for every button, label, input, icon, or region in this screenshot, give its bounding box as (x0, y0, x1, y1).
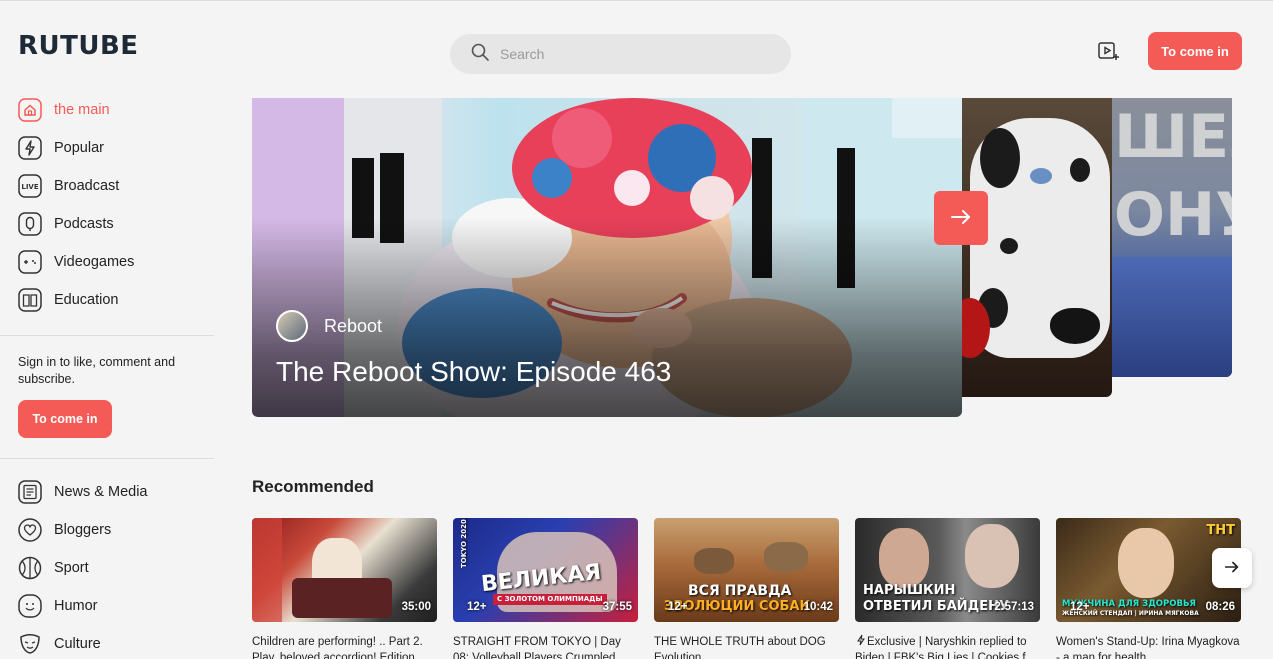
card-overlay-text: ШЕЛ ОНУ (1114, 102, 1232, 250)
sidebar-item-bloggers[interactable]: Bloggers (0, 511, 214, 549)
recommended-next-button[interactable] (1212, 548, 1252, 588)
sidebar-item-label: Broadcast (54, 178, 120, 194)
thumbnail-text: ВСЯ ПРАВДА (688, 583, 792, 599)
video-card[interactable]: TOKYO 2020 ВЕЛИКАЯ С ЗОЛОТОМ ОЛИМПИАДЫ 1… (453, 518, 638, 659)
sidebar-item-label: Popular (54, 140, 104, 156)
carousel-next-button[interactable] (934, 191, 988, 245)
login-button-header[interactable]: To come in (1148, 32, 1242, 70)
thumbnail-text: НАРЫШКИН (863, 583, 956, 598)
arrow-right-icon (949, 205, 973, 232)
video-thumbnail[interactable]: 35:00 (252, 518, 437, 622)
signin-text: Sign in to like, comment and subscribe. (18, 355, 176, 386)
age-rating: 12+ (668, 601, 688, 613)
sidebar-item-news-media[interactable]: News & Media (0, 473, 214, 511)
search-icon (470, 42, 490, 67)
video-duration: 08:26 (1205, 601, 1235, 613)
sidebar-item-label: News & Media (54, 484, 148, 500)
sidebar-item-label: Sport (54, 560, 89, 576)
carousel-card-next-1[interactable] (950, 98, 1112, 397)
sidebar-item-label: the main (54, 102, 110, 118)
hero-title[interactable]: The Reboot Show: Episode 463 (276, 356, 671, 388)
video-title-text: Exclusive | Naryshkin replied to Biden |… (855, 636, 1036, 659)
home-icon (18, 98, 42, 122)
channel-name[interactable]: Reboot (324, 316, 382, 337)
video-title[interactable]: Women's Stand-Up: Irina Myagkova - a man… (1056, 634, 1241, 659)
podcast-icon (18, 212, 42, 236)
hero-channel[interactable]: Reboot (276, 310, 382, 342)
sidebar-item-label: Bloggers (54, 522, 112, 538)
video-duration: 2:57:13 (994, 601, 1034, 613)
section-title-recommended: Recommended (252, 477, 374, 496)
age-rating: 12+ (467, 601, 487, 613)
video-duration: 10:42 (803, 601, 833, 613)
ball-icon (18, 556, 42, 580)
age-rating: 12+ (1070, 601, 1090, 613)
video-title[interactable]: STRAIGHT FROM TOKYO | Day 08: Volleyball… (453, 634, 638, 659)
video-duration: 37:55 (602, 601, 632, 613)
upload-video-icon[interactable] (1096, 39, 1120, 63)
thumbnail-subtext: С ЗОЛОТОМ ОЛИМПИАДЫ (493, 594, 607, 605)
video-card[interactable]: ВСЯ ПРАВДА ЭВОЛЮЦИИ СОБАК 12+ 10:42 THE … (654, 518, 839, 659)
lightning-icon (855, 634, 867, 646)
search-input[interactable] (500, 46, 780, 62)
sidebar-item-sport[interactable]: Sport (0, 549, 214, 587)
smile-icon (18, 594, 42, 618)
video-title[interactable]: Exclusive | Naryshkin replied to Biden |… (855, 634, 1040, 659)
sidebar-item-culture[interactable]: Culture (0, 625, 214, 659)
sidebar-item-label: Education (54, 292, 119, 308)
sidebar-item-education[interactable]: Education (0, 281, 214, 319)
sidebar-item-main[interactable]: the main (0, 91, 214, 129)
rutube-logo[interactable]: RUTUBE (18, 31, 139, 61)
lightning-icon (18, 136, 42, 160)
dog-image (970, 118, 1110, 358)
hero-banner[interactable]: Reboot The Reboot Show: Episode 463 (252, 98, 962, 417)
mask-icon (18, 632, 42, 656)
sidebar-item-label: Podcasts (54, 216, 114, 232)
svg-text:LIVE: LIVE (21, 183, 38, 191)
video-title[interactable]: THE WHOLE TRUTH about DOG Evolution (654, 634, 839, 659)
video-thumbnail[interactable]: ВСЯ ПРАВДА ЭВОЛЮЦИИ СОБАК 12+ 10:42 (654, 518, 839, 622)
channel-avatar[interactable] (276, 310, 308, 342)
video-duration: 35:00 (401, 601, 431, 613)
recommended-list: 35:00 Children are performing! .. Part 2… (252, 518, 1241, 659)
gamepad-icon (18, 250, 42, 274)
arrow-right-icon (1223, 558, 1241, 579)
sidebar-item-broadcast[interactable]: LIVE Broadcast (0, 167, 214, 205)
heart-icon (18, 518, 42, 542)
live-icon: LIVE (18, 174, 42, 198)
sidebar-item-label: Culture (54, 636, 101, 652)
channel-brand-logo: ТНТ (1206, 523, 1235, 538)
book-icon (18, 288, 42, 312)
search-bar[interactable] (450, 34, 791, 74)
video-card[interactable]: НАРЫШКИН ОТВЕТИЛ БАЙДЕНУ 2:57:13 Exclusi… (855, 518, 1040, 659)
sidebar-item-label: Humor (54, 598, 98, 614)
sidebar-categories: News & Media Bloggers Sport Humor Cultur… (0, 459, 214, 659)
signin-prompt: Sign in to like, comment and subscribe. … (0, 336, 214, 458)
sidebar-item-humor[interactable]: Humor (0, 587, 214, 625)
sidebar: the main Popular LIVE Broadcast Podcasts… (0, 91, 214, 659)
login-button-sidebar[interactable]: To come in (18, 400, 112, 438)
video-thumbnail[interactable]: TOKYO 2020 ВЕЛИКАЯ С ЗОЛОТОМ ОЛИМПИАДЫ 1… (453, 518, 638, 622)
thumbnail-side-text: TOKYO 2020 (460, 519, 468, 568)
sidebar-item-podcasts[interactable]: Podcasts (0, 205, 214, 243)
video-card[interactable]: ТНТ МУЖЧИНА ДЛЯ ЗДОРОВЬЯ ЖЕНСКИЙ СТЕНДАП… (1056, 518, 1241, 659)
video-title[interactable]: Children are performing! .. Part 2. Play… (252, 634, 437, 659)
sidebar-item-videogames[interactable]: Videogames (0, 243, 214, 281)
sidebar-primary-nav: the main Popular LIVE Broadcast Podcasts… (0, 91, 214, 319)
newspaper-icon (18, 480, 42, 504)
thumbnail-subtext: ОТВЕТИЛ БАЙДЕНУ (863, 599, 1009, 614)
sidebar-item-popular[interactable]: Popular (0, 129, 214, 167)
video-thumbnail[interactable]: НАРЫШКИН ОТВЕТИЛ БАЙДЕНУ 2:57:13 (855, 518, 1040, 622)
sidebar-item-label: Videogames (54, 254, 135, 270)
video-card[interactable]: 35:00 Children are performing! .. Part 2… (252, 518, 437, 659)
